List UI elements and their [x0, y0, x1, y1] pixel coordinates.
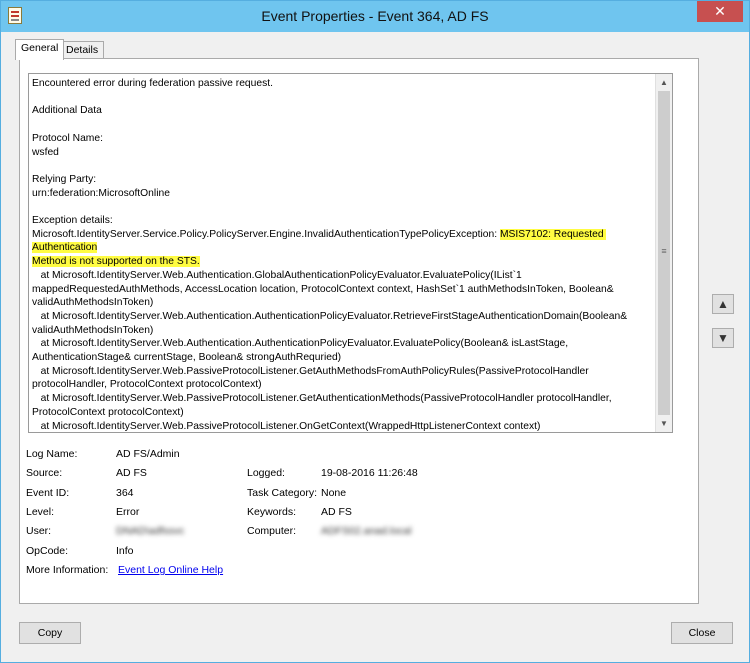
arrow-down-icon: ▼ — [717, 331, 729, 345]
event-id-label: Event ID: — [26, 487, 70, 499]
user-label: User: — [26, 525, 52, 537]
keywords-label: Keywords: — [247, 506, 297, 518]
computer-value: ADFS02.anad.local — [321, 525, 412, 537]
event-properties-window: Event Properties - Event 364, AD FS ✕ Ge… — [0, 0, 750, 663]
description-line: Exception details: — [32, 215, 113, 227]
title-bar[interactable]: Event Properties - Event 364, AD FS ✕ — [1, 1, 749, 32]
scroll-grip-icon: ≡ — [661, 246, 667, 256]
exception-type: Microsoft.IdentityServer.Service.Policy.… — [32, 228, 500, 240]
next-event-button[interactable]: ▼ — [712, 328, 734, 348]
event-description-box[interactable]: Encountered error during federation pass… — [28, 73, 673, 433]
description-scrollbar[interactable]: ▲ ≡ ▼ — [655, 74, 672, 432]
window-title: Event Properties - Event 364, AD FS — [261, 8, 489, 24]
log-name-value: AD FS/Admin — [116, 448, 180, 460]
general-tab-panel: Encountered error during federation pass… — [19, 58, 699, 604]
scroll-up-icon[interactable]: ▲ — [656, 74, 672, 91]
previous-event-button[interactable]: ▲ — [712, 294, 734, 314]
task-category-value: None — [321, 487, 347, 499]
opcode-value: Info — [116, 545, 134, 557]
highlighted-error-text: Method is not supported on the STS. — [32, 256, 200, 268]
scrollbar-thumb[interactable]: ≡ — [658, 91, 670, 415]
user-value: DNAD\adfssvc — [116, 525, 185, 537]
description-line: wsfed — [32, 146, 59, 158]
source-value: AD FS — [116, 467, 147, 479]
more-information-label: More Information: — [26, 564, 109, 576]
logged-value: 19-08-2016 11:26:48 — [321, 467, 418, 479]
close-button[interactable]: Close — [671, 622, 733, 644]
description-line: urn:federation:MicrosoftOnline — [32, 187, 170, 199]
event-log-online-help-link[interactable]: Event Log Online Help — [118, 564, 223, 576]
opcode-label: OpCode: — [26, 545, 69, 557]
source-label: Source: — [26, 467, 63, 479]
keywords-value: AD FS — [321, 506, 352, 518]
copy-button[interactable]: Copy — [19, 622, 81, 644]
level-label: Level: — [26, 506, 55, 518]
close-window-button[interactable]: ✕ — [697, 1, 743, 22]
task-category-label: Task Category: — [247, 487, 318, 499]
description-line: Protocol Name: — [32, 132, 103, 144]
stack-trace: at Microsoft.IdentityServer.Web.Authenti… — [32, 269, 628, 432]
tab-general[interactable]: General — [15, 39, 65, 60]
level-value: Error — [116, 506, 140, 518]
scroll-down-icon[interactable]: ▼ — [656, 415, 672, 432]
logged-label: Logged: — [247, 467, 285, 479]
arrow-up-icon: ▲ — [717, 297, 729, 311]
description-line: Encountered error during federation pass… — [32, 78, 273, 89]
description-line: Additional Data — [32, 105, 102, 117]
description-line: Relying Party: — [32, 173, 97, 185]
computer-label: Computer: — [247, 525, 297, 537]
event-description-text: Encountered error during federation pass… — [32, 77, 652, 432]
event-id-value: 364 — [116, 487, 134, 499]
log-name-label: Log Name: — [26, 448, 78, 460]
